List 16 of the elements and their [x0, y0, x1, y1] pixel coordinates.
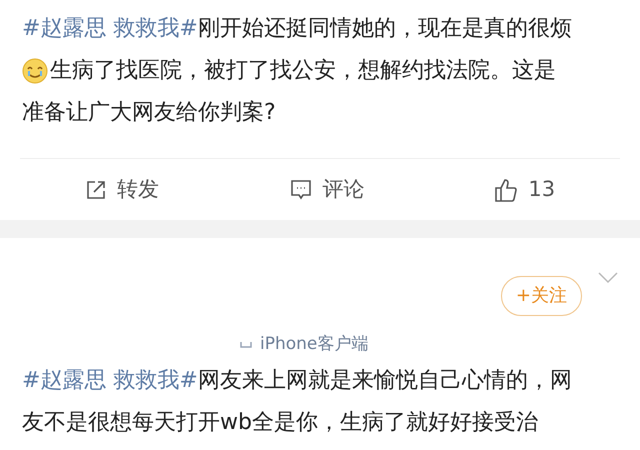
comment-icon — [288, 178, 313, 202]
source-label: iPhone客户端 — [260, 333, 368, 356]
post-text: 网友来上网就是来愉悦自己心情的，网 — [198, 367, 572, 395]
chevron-down-icon[interactable] — [598, 272, 618, 284]
hashtag-link[interactable]: #赵露思 救救我# — [22, 8, 198, 50]
post-text: 生病了找医院，被打了找公安，想解约找法院。这是 — [50, 57, 556, 85]
like-button[interactable]: 13 — [494, 174, 556, 206]
comment-button[interactable]: 评论 — [288, 174, 365, 206]
post-text: 友不是很想每天打开wb全是你，生病了就好好接受治 — [22, 409, 538, 437]
post-text: 刚开始还挺同情她的，现在是真的很烦 — [198, 15, 572, 43]
thumbs-up-icon — [494, 176, 518, 202]
hashtag-link[interactable]: #赵露思 救救我# — [22, 360, 198, 402]
device-icon — [240, 340, 252, 349]
post-text: 准备让广大网友给你判案? — [22, 99, 276, 127]
share-icon — [84, 178, 107, 200]
repost-button[interactable]: 转发 — [84, 174, 159, 206]
